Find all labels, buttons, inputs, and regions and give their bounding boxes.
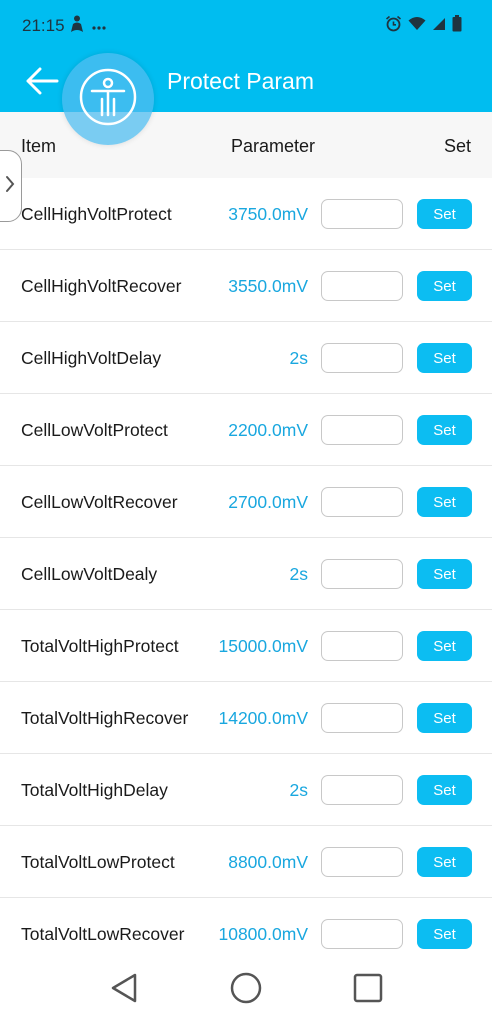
nav-home-icon bbox=[230, 972, 262, 1009]
signal-icon bbox=[432, 17, 446, 36]
param-input[interactable] bbox=[321, 775, 403, 805]
param-value: 14200.0mV bbox=[218, 708, 308, 728]
param-value: 2s bbox=[289, 348, 308, 368]
param-value: 3750.0mV bbox=[228, 204, 308, 224]
table-row: CellLowVoltRecover 2700.0mV Set bbox=[0, 466, 492, 538]
set-button[interactable]: Set bbox=[417, 343, 472, 373]
set-button[interactable]: Set bbox=[417, 415, 472, 445]
table-row: CellHighVoltDelay 2s Set bbox=[0, 322, 492, 394]
param-label: TotalVoltLowProtect bbox=[21, 852, 175, 872]
param-label: CellHighVoltProtect bbox=[21, 204, 172, 224]
param-value: 2s bbox=[289, 780, 308, 800]
param-list: CellHighVoltProtect 3750.0mV Set CellHig… bbox=[0, 178, 492, 970]
param-value: 2200.0mV bbox=[228, 420, 308, 440]
wifi-icon bbox=[408, 16, 426, 36]
nav-recents-icon bbox=[352, 972, 384, 1009]
param-input[interactable] bbox=[321, 271, 403, 301]
param-input[interactable] bbox=[321, 847, 403, 877]
param-value: 3550.0mV bbox=[228, 276, 308, 296]
set-button[interactable]: Set bbox=[417, 271, 472, 301]
person-icon bbox=[70, 15, 84, 38]
more-icon bbox=[92, 18, 106, 36]
set-button[interactable]: Set bbox=[417, 703, 472, 733]
param-value: 8800.0mV bbox=[228, 852, 308, 872]
set-button[interactable]: Set bbox=[417, 919, 472, 949]
accessibility-icon bbox=[78, 67, 138, 132]
param-value: 15000.0mV bbox=[218, 636, 308, 656]
table-row: TotalVoltHighRecover 14200.0mV Set bbox=[0, 682, 492, 754]
back-button[interactable] bbox=[22, 64, 62, 102]
nav-recents-button[interactable] bbox=[350, 972, 386, 1008]
param-label: TotalVoltHighProtect bbox=[21, 636, 179, 656]
set-button[interactable]: Set bbox=[417, 559, 472, 589]
accessibility-bubble[interactable] bbox=[62, 53, 154, 145]
header-set: Set bbox=[443, 136, 471, 156]
set-button[interactable]: Set bbox=[417, 775, 472, 805]
page-title: Protect Param bbox=[167, 68, 314, 94]
set-button[interactable]: Set bbox=[417, 847, 472, 877]
nav-back-icon bbox=[108, 972, 140, 1009]
table-row: CellLowVoltDealy 2s Set bbox=[0, 538, 492, 610]
param-label: CellHighVoltDelay bbox=[21, 348, 162, 368]
param-label: CellLowVoltRecover bbox=[21, 492, 178, 512]
param-input[interactable] bbox=[321, 487, 403, 517]
param-label: TotalVoltLowRecover bbox=[21, 924, 185, 944]
param-input[interactable] bbox=[321, 199, 403, 229]
param-input[interactable] bbox=[321, 703, 403, 733]
param-label: TotalVoltHighRecover bbox=[21, 708, 189, 728]
table-row: CellLowVoltProtect 2200.0mV Set bbox=[0, 394, 492, 466]
table-row: TotalVoltLowProtect 8800.0mV Set bbox=[0, 826, 492, 898]
alarm-icon bbox=[385, 15, 402, 37]
param-label: CellLowVoltProtect bbox=[21, 420, 168, 440]
side-panel-tab[interactable] bbox=[0, 150, 22, 222]
back-arrow-icon bbox=[25, 67, 59, 100]
param-label: TotalVoltHighDelay bbox=[21, 780, 168, 800]
param-value: 2s bbox=[289, 564, 308, 584]
battery-icon bbox=[452, 15, 462, 37]
param-input[interactable] bbox=[321, 631, 403, 661]
param-input[interactable] bbox=[321, 919, 403, 949]
param-value: 10800.0mV bbox=[218, 924, 308, 944]
param-input[interactable] bbox=[321, 559, 403, 589]
table-row: CellHighVoltProtect 3750.0mV Set bbox=[0, 178, 492, 250]
param-value: 2700.0mV bbox=[228, 492, 308, 512]
param-input[interactable] bbox=[321, 415, 403, 445]
param-input[interactable] bbox=[321, 343, 403, 373]
nav-home-button[interactable] bbox=[228, 972, 264, 1008]
set-button[interactable]: Set bbox=[417, 631, 472, 661]
status-bar: 21:15 bbox=[0, 0, 492, 54]
table-row: TotalVoltHighDelay 2s Set bbox=[0, 754, 492, 826]
system-nav-bar bbox=[0, 958, 492, 1024]
set-button[interactable]: Set bbox=[417, 199, 472, 229]
table-row: CellHighVoltRecover 3550.0mV Set bbox=[0, 250, 492, 322]
set-button[interactable]: Set bbox=[417, 487, 472, 517]
header-parameter: Parameter bbox=[231, 136, 316, 156]
nav-back-button[interactable] bbox=[106, 972, 142, 1008]
status-time: 21:15 bbox=[22, 16, 65, 35]
param-label: CellLowVoltDealy bbox=[21, 564, 158, 584]
chevron-right-icon bbox=[5, 175, 15, 198]
header-item: Item bbox=[21, 136, 57, 156]
param-label: CellHighVoltRecover bbox=[21, 276, 182, 296]
table-row: TotalVoltHighProtect 15000.0mV Set bbox=[0, 610, 492, 682]
